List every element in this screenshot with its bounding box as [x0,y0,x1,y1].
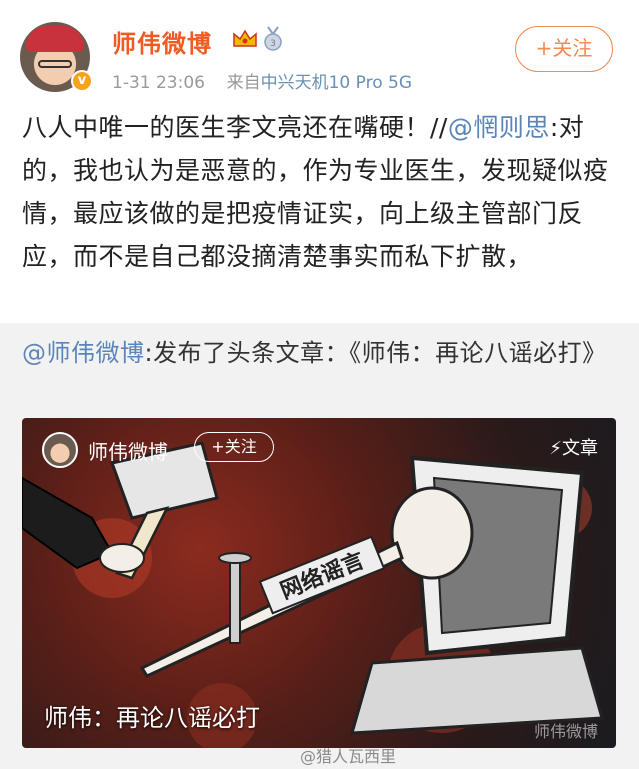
medal-icon: 3 [264,26,282,51]
repost-mention-link[interactable]: @师伟微博 [22,339,145,367]
repost-body: :发布了头条文章：《师伟：再论八谣必打》 [144,339,607,367]
post-text-before: 八人中唯一的医生李文亮还在嘴硬！// [22,113,448,142]
repost-text: @师伟微博:发布了头条文章：《师伟：再论八谣必打》 [22,333,622,373]
weibo-logo-icon: 师伟微博 [533,722,598,741]
article-card[interactable]: 网络谣言 师伟微博 +关注 ⚡文章 师伟：再论八谣必打 师伟微博 [22,418,616,748]
source-prefix: 来自 [226,73,261,93]
username[interactable]: 师伟微博 [112,24,212,59]
lightning-icon: ⚡文章 [549,438,598,459]
mention-link[interactable]: @惘则思 [448,113,550,142]
article-title[interactable]: 师伟：再论八谣必打 [44,698,260,733]
verified-icon: v [71,70,93,92]
svg-text:3: 3 [270,39,276,49]
source-device[interactable]: 中兴天机10 Pro 5G [261,73,412,93]
card-avatar[interactable] [42,432,78,468]
reposted-content[interactable]: @师伟微博:发布了头条文章：《师伟：再论八谣必打》 网络谣言 师伟微博 +关注 … [0,323,639,769]
card-author-name[interactable]: 师伟微博 [88,436,168,465]
glasses-shape [38,60,72,68]
post-header: v 师伟微博 3 1-31 23:06 来自中兴天机10 Pro 5G +关注 [0,0,639,100]
post-time: 1-31 23:06 [112,73,205,93]
post-meta: 1-31 23:06 来自中兴天机10 Pro 5G [112,68,412,93]
follow-button[interactable]: +关注 [515,26,613,72]
card-follow-button[interactable]: +关注 [194,432,274,462]
cap-shape [26,26,84,52]
bottom-watermark: @猎人瓦西里 [300,747,397,766]
crown-icon [233,29,257,47]
post-body: 八人中唯一的医生李文亮还在嘴硬！//@惘则思:对的，我也认为是恶意的，作为专业医… [22,106,622,278]
